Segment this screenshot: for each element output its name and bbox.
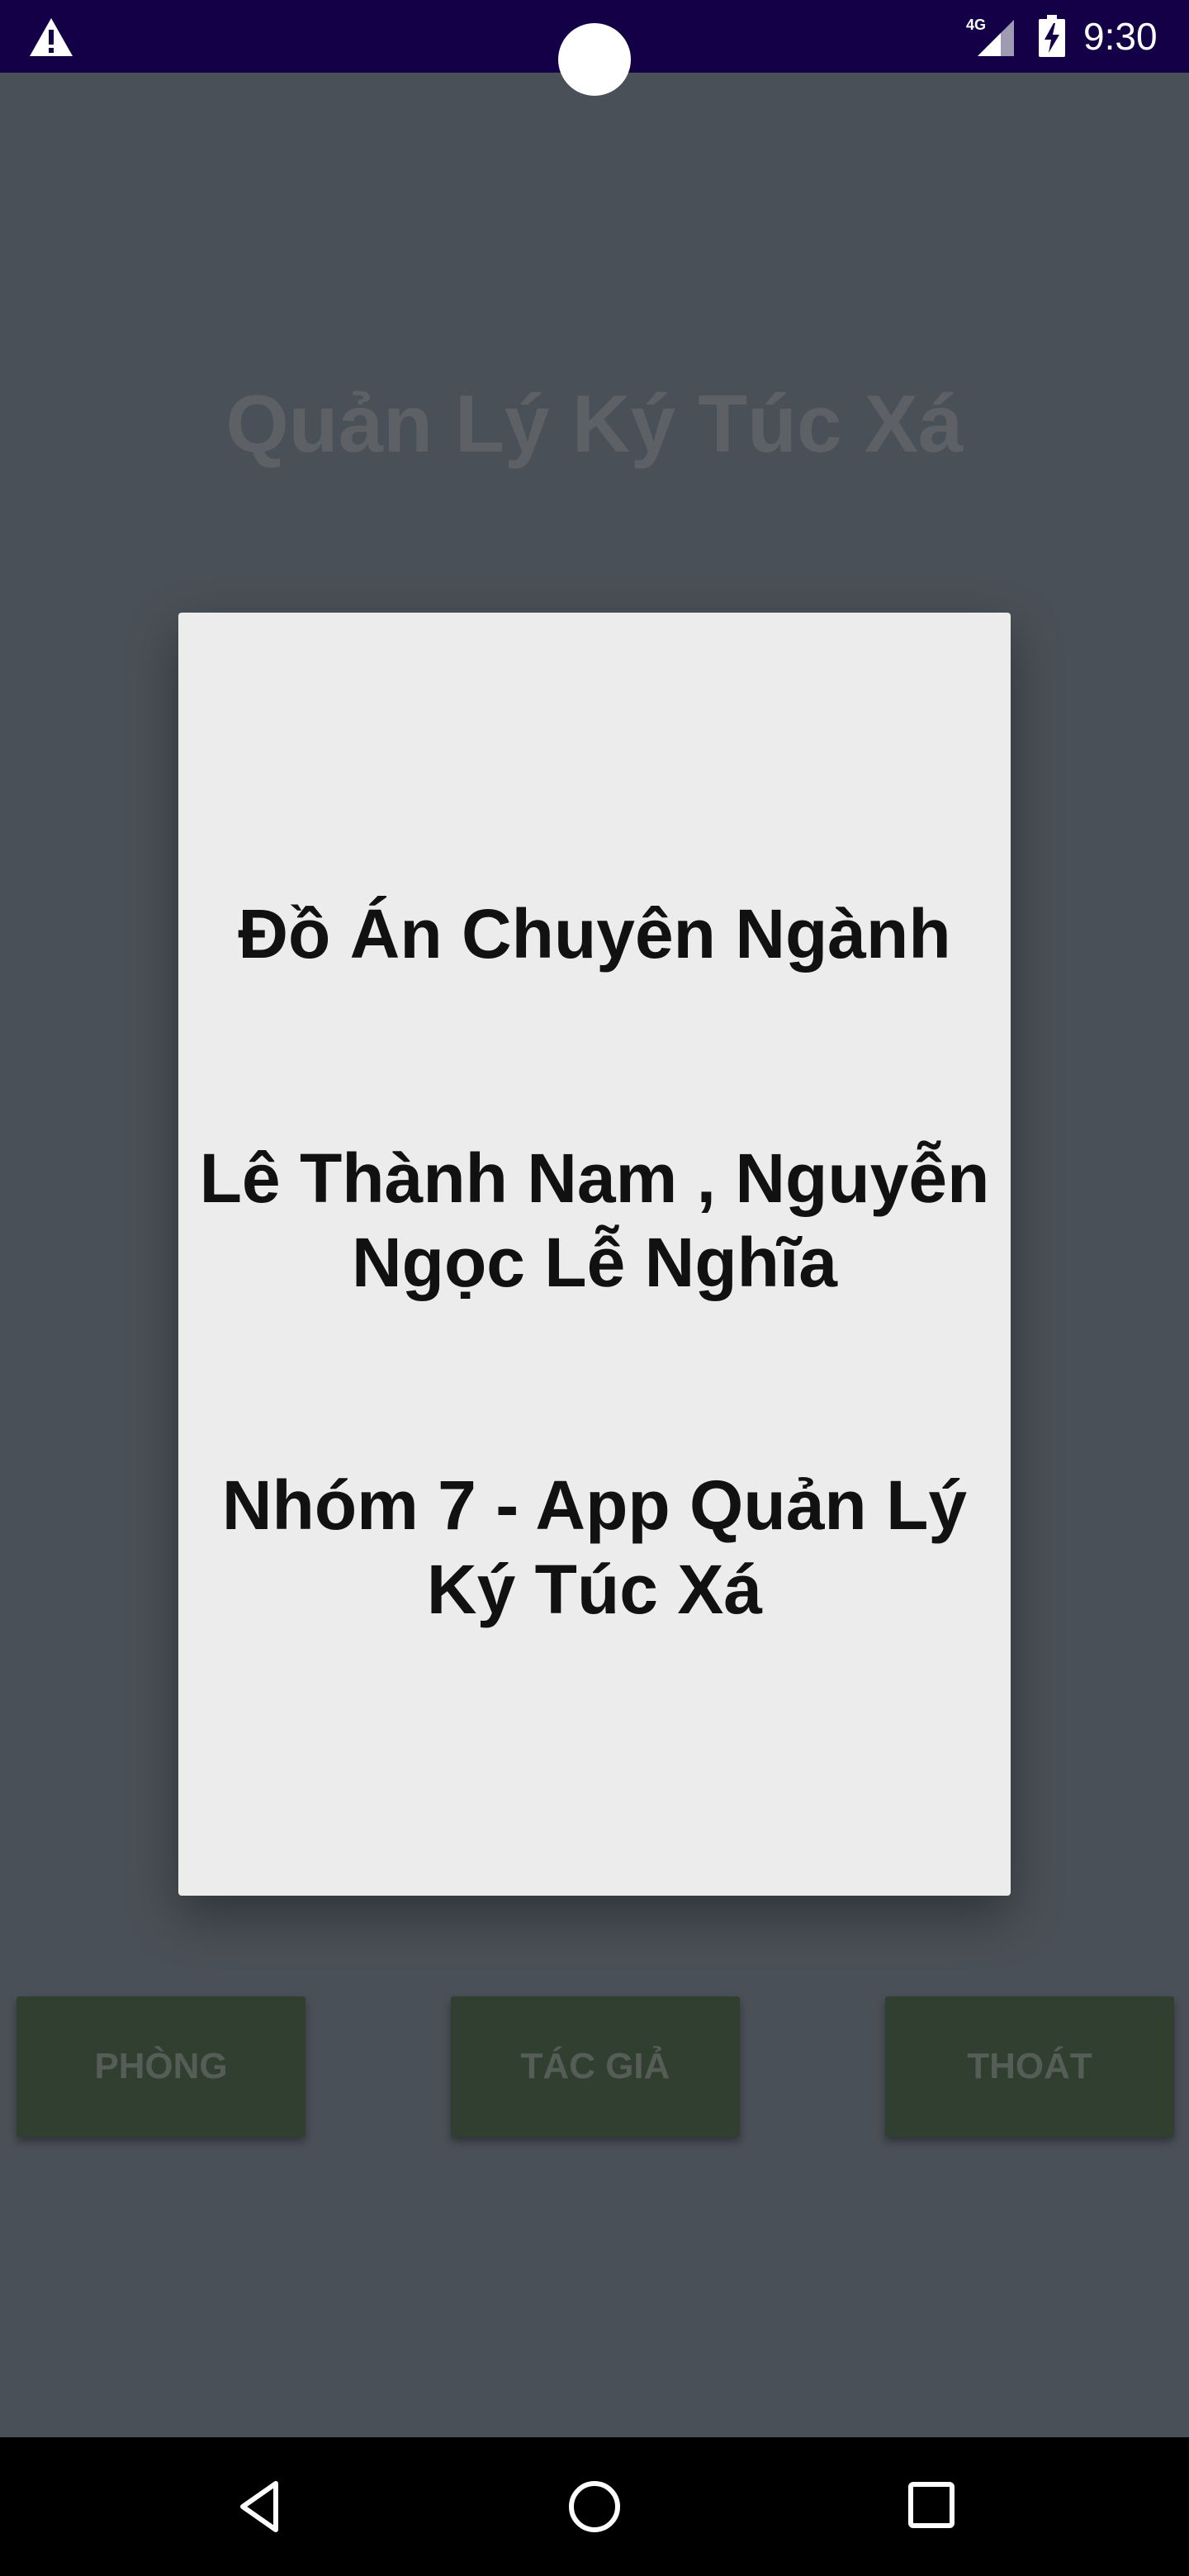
camera-cutout <box>558 23 631 96</box>
dialog-authors: Lê Thành Nam , Nguyễn Ngọc Lễ Nghĩa <box>199 1139 990 1301</box>
back-icon[interactable] <box>233 2479 289 2535</box>
author-button[interactable]: TÁC GIẢ <box>451 1996 740 2137</box>
status-clock: 9:30 <box>1083 15 1158 58</box>
warning-icon <box>30 18 73 56</box>
navigation-bar <box>0 2437 1189 2576</box>
home-icon[interactable] <box>566 2479 623 2535</box>
rooms-button[interactable]: PHÒNG <box>17 1996 306 2137</box>
exit-button[interactable]: THOÁT <box>885 1996 1174 2137</box>
signal-icon: 4G <box>966 17 1014 56</box>
recent-apps-icon[interactable] <box>907 2480 956 2530</box>
network-type-label: 4G <box>966 17 986 33</box>
battery-charging-icon <box>1039 15 1065 57</box>
dialog-project-title: Đồ Án Chuyên Ngành <box>238 895 951 973</box>
dialog-group-info: Nhóm 7 - App Quản Lý Ký Túc Xá <box>221 1466 968 1628</box>
author-dialog: Đồ Án Chuyên Ngành Lê Thành Nam , Nguyễn… <box>178 613 1011 1896</box>
screen: 4G 9:30 Quản Lý Ký Túc Xá PHÒNG TÁC GIẢ … <box>0 0 1189 2576</box>
status-bar: 4G 9:30 <box>0 0 1189 96</box>
app-title: Quản Lý Ký Túc Xá <box>225 378 964 469</box>
